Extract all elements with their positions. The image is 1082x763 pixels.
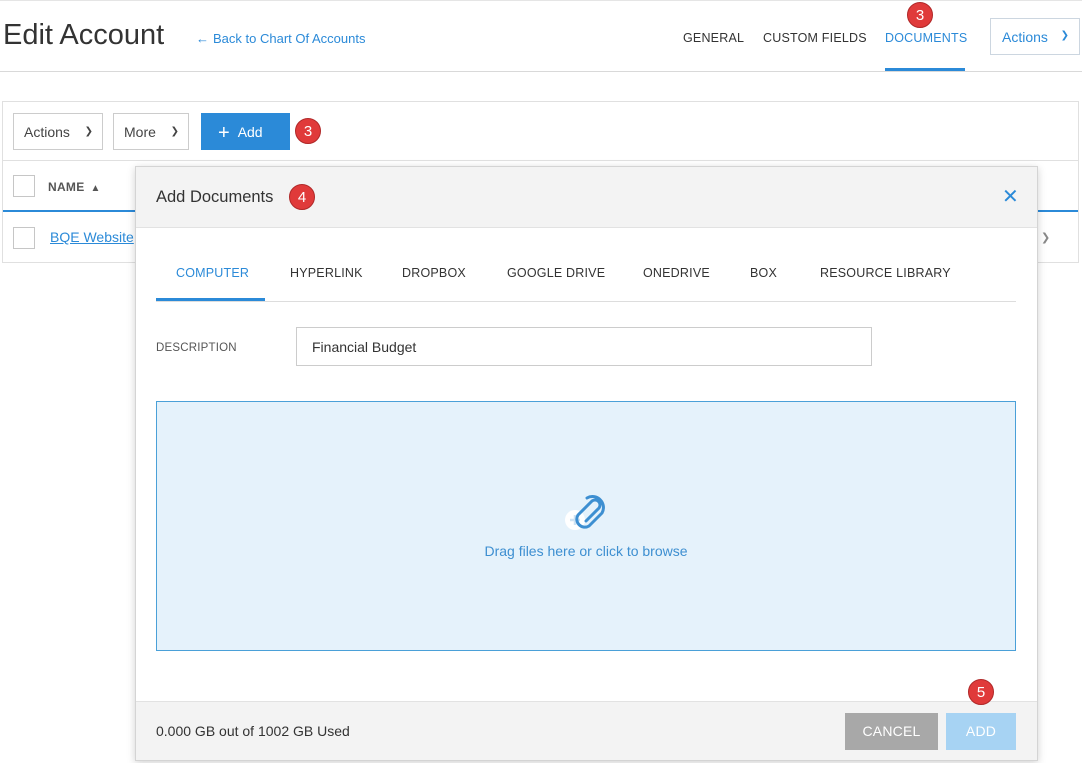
add-button-label: Add xyxy=(237,124,263,140)
tab-documents[interactable]: DOCUMENTS xyxy=(885,31,967,45)
tab-custom-fields[interactable]: CUSTOM FIELDS xyxy=(763,31,867,45)
tab-computer[interactable]: COMPUTER xyxy=(176,266,249,280)
cancel-button[interactable]: CANCEL xyxy=(845,713,938,750)
dropzone-text: Drag files here or click to browse xyxy=(484,543,688,559)
tab-hyperlink[interactable]: HYPERLINK xyxy=(290,266,363,280)
description-label: DESCRIPTION xyxy=(156,342,237,354)
page-title: Edit Account xyxy=(3,19,165,51)
toolbar-actions-dropdown[interactable]: Actions ❯ xyxy=(13,113,103,150)
annotation-badge: 3 xyxy=(295,118,321,144)
arrow-left-icon: ← xyxy=(196,31,209,46)
back-to-chart-link[interactable]: ← Back to Chart Of Accounts xyxy=(196,31,365,46)
document-row-link[interactable]: BQE Website xyxy=(50,229,134,245)
add-document-button[interactable]: + Add xyxy=(201,113,290,150)
tab-resource-library[interactable]: RESOURCE LIBRARY xyxy=(820,266,951,280)
select-all-checkbox[interactable] xyxy=(13,175,35,197)
dialog-title: Add Documents xyxy=(156,188,274,206)
chevron-down-icon: ❯ xyxy=(1060,30,1069,41)
row-expand-chevron-icon[interactable]: ❯ xyxy=(1041,231,1050,244)
toolbar-actions-label: Actions xyxy=(24,124,70,140)
chevron-down-icon: ❯ xyxy=(84,126,93,137)
description-input[interactable] xyxy=(296,327,872,366)
tab-general[interactable]: GENERAL xyxy=(683,31,744,45)
file-dropzone[interactable]: Drag files here or click to browse xyxy=(156,401,1016,651)
close-icon[interactable]: ✕ xyxy=(1002,187,1019,207)
chevron-down-icon: ❯ xyxy=(170,126,179,137)
header-actions-dropdown[interactable]: Actions ❯ xyxy=(990,18,1080,55)
dialog-tab-divider xyxy=(156,301,1016,302)
tab-onedrive[interactable]: ONEDRIVE xyxy=(643,266,710,280)
column-header-name[interactable]: NAME ▲ xyxy=(48,180,101,194)
sort-ascending-icon: ▲ xyxy=(90,183,101,194)
annotation-badge: 4 xyxy=(289,184,315,210)
add-documents-dialog: Add Documents ✕ COMPUTER HYPERLINK DROPB… xyxy=(135,166,1038,761)
add-submit-button[interactable]: ADD xyxy=(946,713,1016,750)
row-checkbox[interactable] xyxy=(13,227,35,249)
tab-box[interactable]: BOX xyxy=(750,266,777,280)
toolbar-more-dropdown[interactable]: More ❯ xyxy=(113,113,189,150)
annotation-badge: 3 xyxy=(907,2,933,28)
paperclip-icon xyxy=(565,495,605,530)
dialog-active-tab-indicator xyxy=(156,298,265,301)
toolbar-more-label: More xyxy=(124,124,156,140)
header-actions-label: Actions xyxy=(1002,29,1048,45)
storage-usage-text: 0.000 GB out of 1002 GB Used xyxy=(156,723,350,739)
active-tab-indicator xyxy=(885,68,965,71)
tab-dropbox[interactable]: DROPBOX xyxy=(402,266,466,280)
annotation-badge: 5 xyxy=(968,679,994,705)
column-name-label: NAME xyxy=(48,180,85,194)
back-link-label: Back to Chart Of Accounts xyxy=(213,31,366,46)
plus-icon: + xyxy=(218,122,230,144)
dialog-footer: 0.000 GB out of 1002 GB Used CANCEL ADD xyxy=(136,701,1037,760)
tab-google-drive[interactable]: GOOGLE DRIVE xyxy=(507,266,605,280)
dialog-header: Add Documents ✕ xyxy=(136,167,1037,228)
